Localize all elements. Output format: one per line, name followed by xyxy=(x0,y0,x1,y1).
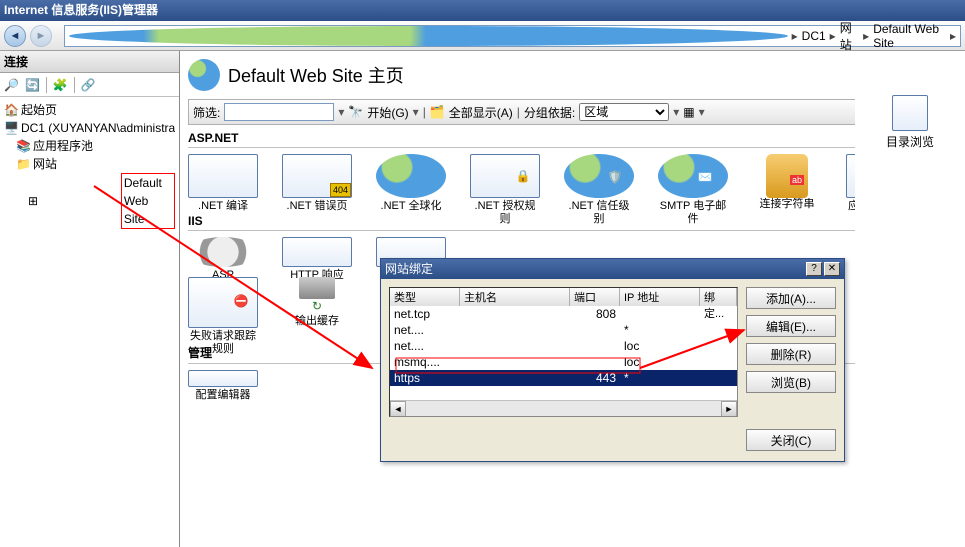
tree-label: Default Web Site xyxy=(121,173,175,229)
breadcrumb-part[interactable]: DC1 xyxy=(802,29,826,43)
binoculars-icon[interactable]: 🔭 xyxy=(348,105,363,119)
expand-icon[interactable]: ⊞ xyxy=(28,192,38,210)
help-icon[interactable]: 🔗 xyxy=(81,78,96,92)
home-icon: 🏠 xyxy=(4,101,19,119)
pool-icon: 📚 xyxy=(16,137,31,155)
back-button[interactable]: ◄ xyxy=(4,25,26,47)
tree-server[interactable]: 🖥️ DC1 (XUYANYAN\administrator) xyxy=(4,119,175,137)
server-icon xyxy=(69,26,788,46)
feature-http-headers[interactable]: HTTP 响应标... xyxy=(282,237,352,267)
server-icon: 🖥️ xyxy=(4,119,19,137)
tree-label: DC1 (XUYANYAN\administrator) xyxy=(21,119,175,137)
scroll-left-button[interactable]: ◄ xyxy=(390,401,406,417)
filter-label: 筛选: xyxy=(193,104,220,121)
tree-default-site[interactable]: ⊞ Default Web Site xyxy=(4,173,175,229)
feature-config-editor[interactable]: 配置编辑器 xyxy=(188,370,258,387)
bindings-dialog-buttons: 添加(A)... 编辑(E)... 删除(R) 浏览(B) xyxy=(746,287,836,417)
col-host[interactable]: 主机名 xyxy=(460,288,570,306)
group-by-label: 分组依据: xyxy=(524,104,575,121)
close-dialog-button[interactable]: 关闭(C) xyxy=(746,429,836,451)
bindings-dialog: 网站绑定 ? ✕ 类型 主机名 端口 IP 地址 绑定... net.tcp80… xyxy=(380,258,845,462)
filter-input[interactable] xyxy=(224,103,334,121)
connections-toolbar: 🔎 🔄 🧩 🔗 xyxy=(0,73,179,97)
browse-binding-button[interactable]: 浏览(B) xyxy=(746,371,836,393)
chevron-right-icon: ▸ xyxy=(792,29,798,43)
dialog-title-text: 网站绑定 xyxy=(385,259,433,279)
chevron-right-icon: ▸ xyxy=(950,29,956,43)
breadcrumb-part[interactable]: Default Web Site xyxy=(873,22,946,50)
go-label[interactable]: 开始(G) xyxy=(367,104,408,121)
ab-badge: ab xyxy=(790,175,804,185)
feature-net-errorpages[interactable]: 404.NET 错误页 xyxy=(282,154,352,198)
nav-toolbar: ◄ ► ▸ DC1 ▸ 网站 ▸ Default Web Site ▸ xyxy=(0,21,965,51)
site-globe-icon xyxy=(188,59,220,91)
col-type[interactable]: 类型 xyxy=(390,288,460,306)
feature-output-cache[interactable]: ↻输出缓存 xyxy=(282,277,352,328)
tree-sites[interactable]: 📁 网站 xyxy=(4,155,175,173)
feature-connection-strings[interactable]: ab连接字符串 xyxy=(752,154,822,198)
col-ip[interactable]: IP 地址 xyxy=(620,288,700,306)
feature-net-compile[interactable]: .NET 编译 xyxy=(188,154,258,198)
connections-header: 连接 xyxy=(0,51,179,73)
edit-binding-button[interactable]: 编辑(E)... xyxy=(746,315,836,337)
folder-icon: 📁 xyxy=(16,155,31,173)
lock-icon: 🔒 xyxy=(516,169,531,183)
dialog-close-button[interactable]: ✕ xyxy=(824,262,840,276)
bindings-dialog-titlebar[interactable]: 网站绑定 ? ✕ xyxy=(381,259,844,279)
scroll-track[interactable] xyxy=(406,401,721,416)
remove-binding-button[interactable]: 删除(R) xyxy=(746,343,836,365)
group-aspnet: ASP.NET xyxy=(188,129,957,148)
feature-smtp[interactable]: ✉️SMTP 电子邮件 xyxy=(658,154,728,198)
connect-icon[interactable]: 🔎 xyxy=(4,78,19,92)
feature-asp[interactable]: ASP xyxy=(188,237,258,267)
filter-bar: 筛选: ▾ 🔭 开始(G) ▾ | 🗂️ 全部显示(A) | 分组依据: 区域 … xyxy=(188,99,957,125)
horizontal-scrollbar[interactable]: ◄ ► xyxy=(390,400,737,416)
page-title: Default Web Site 主页 xyxy=(188,59,957,91)
dialog-help-button[interactable]: ? xyxy=(806,262,822,276)
bindings-list[interactable]: 类型 主机名 端口 IP 地址 绑定... net.tcp808net....*… xyxy=(389,287,738,417)
action-label: 目录浏览 xyxy=(855,133,965,150)
col-bind[interactable]: 绑定... xyxy=(700,288,737,306)
action-directory-browsing[interactable]: 目录浏览 xyxy=(855,95,965,150)
bindings-row[interactable]: net.tcp808 xyxy=(390,306,737,322)
save-icon[interactable]: 🧩 xyxy=(53,78,68,92)
col-port[interactable]: 端口 xyxy=(570,288,620,306)
feature-failed-request-tracing[interactable]: ⛔失败请求跟踪规则 xyxy=(188,277,258,328)
divider xyxy=(74,77,75,93)
view-icon[interactable]: ▦ xyxy=(683,105,694,119)
group-by-select[interactable]: 区域 xyxy=(579,103,669,121)
tree-app-pools[interactable]: 📚 应用程序池 xyxy=(4,137,175,155)
feature-net-trust[interactable]: 🛡️.NET 信任级别 xyxy=(564,154,634,198)
bindings-row[interactable]: msmq....loc xyxy=(390,354,737,370)
chevron-right-icon: ▸ xyxy=(830,29,836,43)
bindings-row[interactable]: https443* xyxy=(390,370,737,386)
refresh-icon[interactable]: 🔄 xyxy=(25,78,40,92)
page-title-text: Default Web Site 主页 xyxy=(228,62,404,88)
add-binding-button[interactable]: 添加(A)... xyxy=(746,287,836,309)
forward-button[interactable]: ► xyxy=(30,25,52,47)
chevron-right-icon: ▸ xyxy=(863,29,869,43)
window-title: Internet 信息服务(IIS)管理器 xyxy=(4,3,158,17)
actions-pane-fragment: 目录浏览 xyxy=(855,51,965,547)
tree-label: 起始页 xyxy=(21,101,57,119)
feature-net-globalization[interactable]: .NET 全球化 xyxy=(376,154,446,198)
breadcrumb[interactable]: ▸ DC1 ▸ 网站 ▸ Default Web Site ▸ xyxy=(64,25,961,47)
window-titlebar: Internet 信息服务(IIS)管理器 xyxy=(0,0,965,21)
tree-label: 网站 xyxy=(33,155,57,173)
feature-net-authrules[interactable]: 🔒.NET 授权规则 xyxy=(470,154,540,198)
bindings-row[interactable]: net....loc xyxy=(390,338,737,354)
bindings-row[interactable]: net....* xyxy=(390,322,737,338)
tree-start-page[interactable]: 🏠 起始页 xyxy=(4,101,175,119)
show-all-icon[interactable]: 🗂️ xyxy=(430,105,445,119)
scroll-right-button[interactable]: ► xyxy=(721,401,737,417)
bindings-list-header[interactable]: 类型 主机名 端口 IP 地址 绑定... xyxy=(390,288,737,306)
tree-label: 应用程序池 xyxy=(33,137,93,155)
group-aspnet-items: .NET 编译 404.NET 错误页 .NET 全球化 🔒.NET 授权规则 … xyxy=(188,154,957,208)
breadcrumb-part[interactable]: 网站 xyxy=(840,19,859,53)
connections-pane: 连接 🔎 🔄 🧩 🔗 🏠 起始页 🖥️ DC1 (XUYANYAN\admini… xyxy=(0,51,180,547)
show-all-label[interactable]: 全部显示(A) xyxy=(449,104,513,121)
divider xyxy=(46,77,47,93)
connections-tree: 🏠 起始页 🖥️ DC1 (XUYANYAN\administrator) 📚 … xyxy=(0,97,179,233)
